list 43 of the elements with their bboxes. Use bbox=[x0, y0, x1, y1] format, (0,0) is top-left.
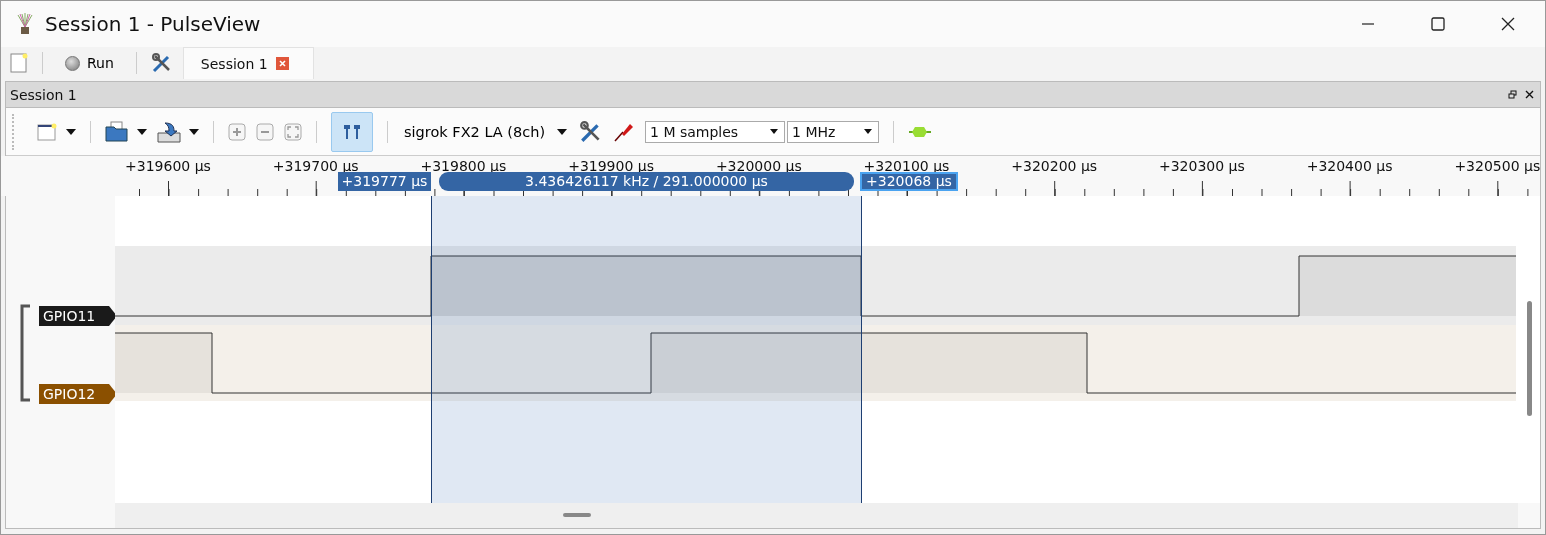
new-view-icon[interactable] bbox=[36, 121, 58, 142]
close-icon[interactable] bbox=[1501, 17, 1515, 31]
scrollbar-thumb[interactable] bbox=[1527, 301, 1532, 416]
window-title: Session 1 - PulseView bbox=[45, 12, 261, 36]
caret-icon bbox=[557, 128, 568, 135]
sample-count-dropdown[interactable]: 1 M samples bbox=[645, 120, 786, 143]
float-icon[interactable] bbox=[1508, 90, 1517, 99]
zoom-out-icon[interactable] bbox=[256, 122, 274, 141]
time-label: +319600 µs bbox=[125, 158, 211, 174]
time-label: +320200 µs bbox=[1011, 158, 1098, 174]
splitter-handle[interactable] bbox=[563, 513, 591, 517]
caret-icon[interactable] bbox=[137, 128, 147, 135]
cursor-icon bbox=[342, 122, 362, 141]
cursors-toggle[interactable] bbox=[331, 111, 373, 152]
measurement-label: 3.436426117 kHz / 291.000000 µs bbox=[439, 172, 854, 191]
time-label: +319700 µs bbox=[272, 158, 359, 174]
maximize-icon[interactable] bbox=[1431, 17, 1445, 31]
time-label: +319800 µs bbox=[420, 158, 507, 174]
session-tab[interactable]: Session 1 bbox=[182, 47, 314, 79]
close-tab-icon[interactable] bbox=[275, 57, 289, 70]
caret-icon bbox=[770, 129, 779, 134]
time-label: +320400 µs bbox=[1306, 158, 1393, 174]
time-label: +320300 µs bbox=[1158, 158, 1245, 174]
caret-icon[interactable] bbox=[189, 128, 199, 135]
folder-icon[interactable] bbox=[105, 120, 129, 143]
run-button[interactable]: Run bbox=[57, 53, 122, 73]
device-selector[interactable]: sigrok FX2 LA (8ch) bbox=[402, 123, 570, 140]
time-label: +320500 µs bbox=[1454, 158, 1541, 174]
close-icon[interactable] bbox=[1525, 90, 1534, 99]
zoom-in-icon[interactable] bbox=[228, 122, 246, 141]
dock-title: Session 1 bbox=[10, 86, 77, 103]
app-icon bbox=[15, 13, 35, 35]
sample-rate-dropdown[interactable]: 1 MHz bbox=[787, 120, 880, 143]
caret-icon bbox=[864, 129, 873, 134]
channel-label[interactable]: GPIO11 bbox=[39, 306, 117, 326]
time-label: +320000 µs bbox=[715, 158, 802, 174]
caret-icon[interactable] bbox=[66, 128, 76, 135]
cursor-label[interactable]: +319777 µs bbox=[338, 172, 431, 191]
save-icon[interactable] bbox=[157, 120, 181, 143]
channel-label[interactable]: GPIO12 bbox=[39, 384, 117, 404]
decoder-icon[interactable] bbox=[908, 124, 933, 139]
time-label: +319900 µs bbox=[568, 158, 655, 174]
cursor-label[interactable]: +320068 µs bbox=[860, 172, 958, 191]
